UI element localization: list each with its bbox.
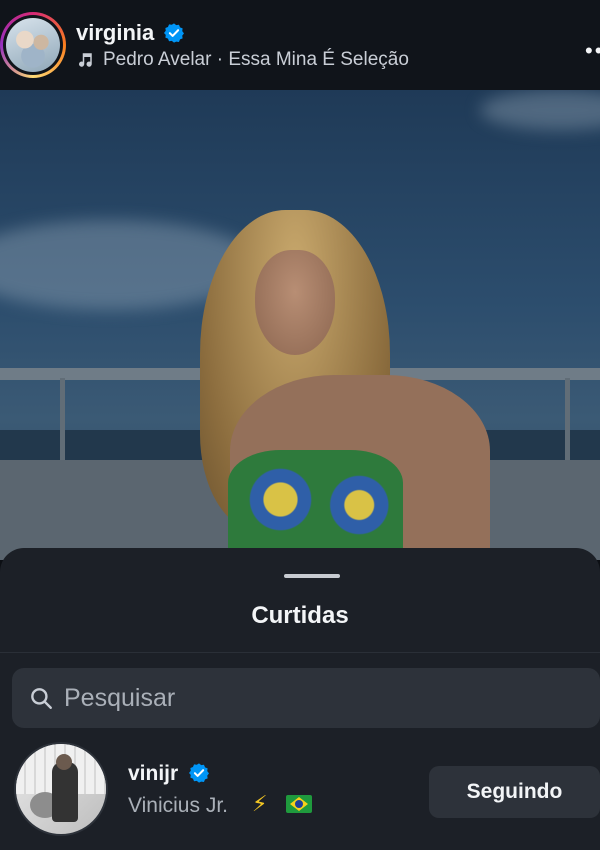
post-header: virginia Pedro Avelar · Essa Mina É Sele…	[0, 0, 600, 90]
more-options-icon[interactable]: ••	[585, 38, 600, 64]
likes-sheet: Curtidas vinijr Vinicius Jr. ⚡ Seguindo	[0, 548, 600, 850]
search-input[interactable]	[64, 668, 584, 728]
following-button[interactable]: Seguindo	[429, 766, 600, 818]
list-item[interactable]: vinijr Vinicius Jr. ⚡ Seguindo	[0, 742, 600, 842]
audio-track-link[interactable]: Pedro Avelar · Essa Mina É Seleção	[103, 49, 409, 71]
railing-post	[565, 378, 570, 468]
person-face	[255, 250, 335, 355]
divider	[0, 652, 600, 653]
profile-avatar[interactable]	[0, 12, 66, 78]
avatar-head	[56, 754, 72, 770]
sheet-title: Curtidas	[251, 602, 349, 629]
avatar-image	[6, 18, 60, 72]
search-bar[interactable]	[12, 668, 600, 728]
flag-globe	[295, 800, 303, 808]
music-note-icon	[79, 53, 92, 67]
post-photo[interactable]	[0, 90, 600, 560]
post-username[interactable]: virginia	[76, 20, 154, 46]
avatar[interactable]	[14, 742, 108, 836]
cloud	[480, 90, 600, 130]
avatar-person	[52, 762, 78, 822]
lightning-bolt-icon: ⚡	[252, 791, 268, 816]
search-icon	[31, 688, 52, 709]
sheet-drag-handle[interactable]	[284, 574, 340, 578]
railing-post	[60, 378, 65, 468]
verified-badge-icon	[164, 23, 184, 43]
verified-badge-icon	[189, 763, 209, 783]
avatar-border	[3, 15, 63, 75]
crochet-top	[228, 450, 403, 560]
brazil-flag-icon	[286, 795, 312, 813]
user-handle[interactable]: vinijr	[128, 762, 178, 786]
user-full-name: Vinicius Jr.	[128, 794, 228, 817]
